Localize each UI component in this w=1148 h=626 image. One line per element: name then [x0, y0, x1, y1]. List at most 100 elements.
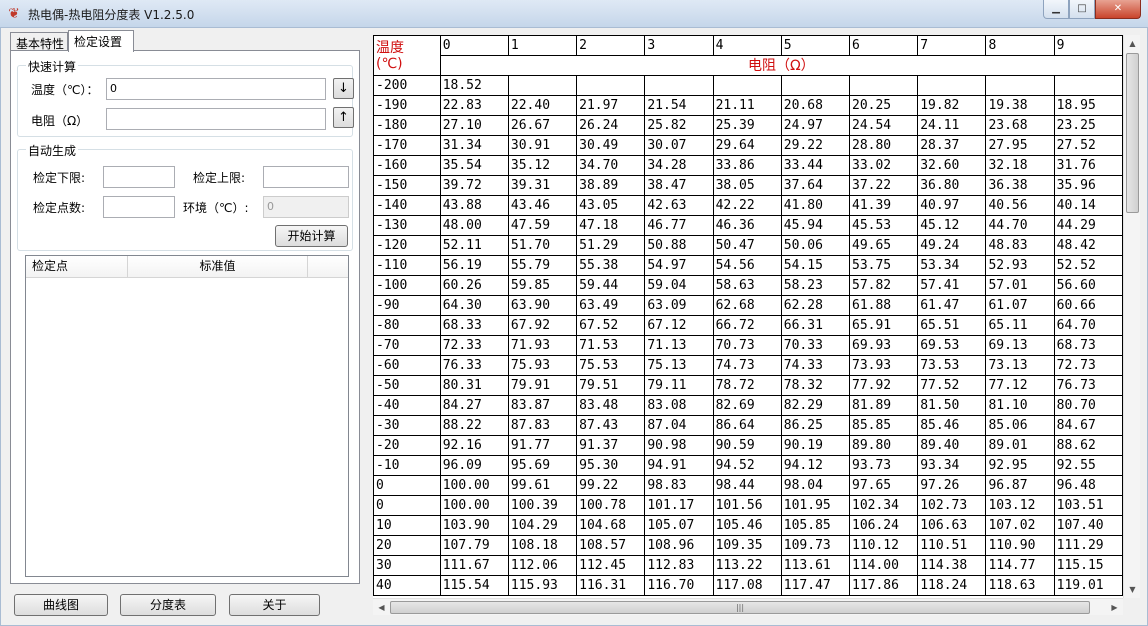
resistance-cell: 111.29	[1053, 535, 1123, 556]
temperature-cell: -70	[373, 335, 441, 356]
resistance-cell: 93.73	[848, 455, 919, 476]
resistance-cell: 52.93	[985, 255, 1055, 276]
resistance-cell: 75.93	[507, 355, 578, 376]
resistance-table-view[interactable]: 温度 (℃) 0 1 2 3 4 5 6 7 8 9 电阻（Ω） -200 18.52 -190 22.83 22…	[373, 35, 1123, 598]
resistance-cell: 100.00	[439, 495, 509, 516]
resistance-cell: 115.15	[1053, 555, 1123, 576]
resistance-cell: 110.90	[985, 535, 1055, 556]
list-header: 检定点 标准值	[26, 256, 348, 278]
resistance-cell: 65.51	[917, 315, 987, 336]
resistance-cell: 92.16	[439, 435, 509, 456]
resistance-cell: 38.89	[576, 175, 646, 196]
resistance-cell: 70.73	[712, 335, 782, 356]
temperature-header: 温度 (℃)	[373, 35, 441, 76]
resistance-cell: 21.97	[576, 95, 646, 116]
resistance-cell: 50.88	[644, 235, 714, 256]
resistance-cell: 94.52	[712, 455, 782, 476]
horizontal-scroll-thumb[interactable]: |||	[390, 601, 1090, 614]
table-row: -50 80.31 79.91 79.51 79.11 78.72 78.32 77.92 77…	[373, 375, 1123, 396]
down-arrow-button[interactable]: ↓	[333, 78, 354, 99]
resistance-cell: 71.93	[507, 335, 578, 356]
resistance-cell: 82.29	[780, 395, 851, 416]
resistance-cell: 56.60	[1053, 275, 1123, 296]
lower-limit-input[interactable]	[103, 166, 175, 188]
resistance-cell: 106.63	[917, 515, 987, 536]
horizontal-scrollbar[interactable]: ◀ ||| ▶	[373, 598, 1123, 615]
resistance-cell: 116.70	[644, 575, 714, 596]
table-row: -160 35.54 35.12 34.70 34.28 33.86 33.44 33.02 3…	[373, 155, 1123, 176]
resistance-cell	[1053, 75, 1123, 96]
vertical-scroll-thumb[interactable]	[1126, 53, 1139, 213]
close-button[interactable]: ✕	[1095, 0, 1141, 19]
table-row: -60 76.33 75.93 75.53 75.13 74.73 74.33 73.93 73…	[373, 355, 1123, 376]
resistance-cell: 92.55	[1053, 455, 1123, 476]
curve-chart-button[interactable]: 曲线图	[14, 594, 108, 616]
resistance-cell: 44.70	[985, 215, 1055, 236]
temperature-cell: -190	[373, 95, 441, 116]
table-row: -150 39.72 39.31 38.89 38.47 38.05 37.64 37.22 3…	[373, 175, 1123, 196]
resistance-cell: 35.12	[507, 155, 578, 176]
resistance-cell: 95.30	[576, 455, 646, 476]
temperature-cell: -10	[373, 455, 441, 476]
resistance-cell: 97.26	[917, 475, 987, 496]
resistance-cell: 75.53	[576, 355, 646, 376]
upper-limit-input[interactable]	[263, 166, 349, 188]
scroll-left-icon[interactable]: ◀	[373, 599, 390, 616]
resistance-cell: 77.92	[848, 375, 919, 396]
resistance-cell: 33.44	[780, 155, 851, 176]
scroll-up-icon[interactable]: ▲	[1124, 35, 1141, 52]
tab-calibration-settings[interactable]: 检定设置	[68, 30, 134, 52]
resistance-cell: 79.91	[507, 375, 578, 396]
scroll-right-icon[interactable]: ▶	[1106, 599, 1123, 616]
ambient-temp-label: 环境（℃）:	[183, 201, 249, 215]
resistance-cell: 100.00	[439, 475, 509, 496]
resistance-cell: 111.67	[439, 555, 509, 576]
resistance-cell: 48.00	[439, 215, 509, 236]
column-header: 3	[644, 35, 714, 56]
division-table-button[interactable]: 分度表	[120, 594, 216, 616]
resistance-cell: 20.25	[848, 95, 919, 116]
resistance-cell: 71.13	[644, 335, 714, 356]
resistance-cell: 87.83	[507, 415, 578, 436]
resistance-cell: 61.47	[917, 295, 987, 316]
resistance-input[interactable]	[106, 108, 326, 130]
resistance-cell: 46.77	[644, 215, 714, 236]
resistance-cell: 30.07	[644, 135, 714, 156]
resistance-cell: 96.48	[1053, 475, 1123, 496]
resistance-label: 电阻（Ω）	[31, 114, 89, 128]
resistance-cell: 76.33	[439, 355, 509, 376]
temperature-label: 温度（℃）：	[31, 83, 99, 97]
col-calibration-point[interactable]: 检定点	[26, 256, 128, 278]
tab-basic-properties[interactable]: 基本特性	[10, 32, 68, 51]
minimize-button[interactable]: ▁	[1043, 0, 1069, 19]
resistance-cell: 110.51	[917, 535, 987, 556]
about-button[interactable]: 关于	[229, 594, 320, 616]
scroll-down-icon[interactable]: ▼	[1124, 581, 1141, 598]
maximize-button[interactable]: □	[1069, 0, 1095, 19]
resistance-cell: 84.67	[1053, 415, 1123, 436]
resistance-cell: 23.25	[1053, 115, 1123, 136]
resistance-cell: 65.11	[985, 315, 1055, 336]
resistance-cell: 18.52	[439, 75, 509, 96]
col-standard-value[interactable]: 标准值	[128, 256, 308, 278]
calibration-points-list[interactable]: 检定点 标准值	[25, 255, 349, 577]
resistance-cell: 35.54	[439, 155, 509, 176]
column-header: 8	[985, 35, 1055, 56]
resistance-cell: 84.27	[439, 395, 509, 416]
resistance-cell: 54.15	[780, 255, 851, 276]
resistance-cell: 41.39	[848, 195, 919, 216]
temperature-cell: -140	[373, 195, 441, 216]
resistance-cell: 81.50	[917, 395, 987, 416]
start-calc-button[interactable]: 开始计算	[275, 225, 348, 247]
resistance-cell: 78.72	[712, 375, 782, 396]
up-arrow-button[interactable]: ↑	[333, 107, 354, 128]
resistance-cell: 36.80	[917, 175, 987, 196]
resistance-cell: 39.72	[439, 175, 509, 196]
temperature-input[interactable]: 0	[106, 78, 326, 100]
resistance-cell: 64.30	[439, 295, 509, 316]
resistance-cell: 53.34	[917, 255, 987, 276]
auto-gen-title: 自动生成	[26, 142, 79, 159]
resistance-cell: 54.56	[712, 255, 782, 276]
points-count-input[interactable]	[103, 196, 175, 218]
vertical-scrollbar[interactable]: ▲ ▼	[1123, 35, 1140, 598]
